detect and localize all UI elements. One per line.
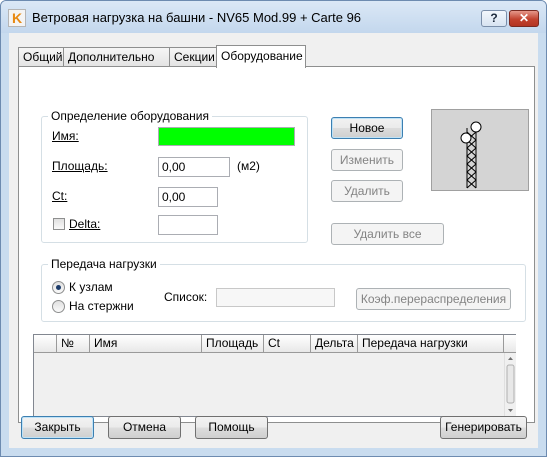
name-label: Имя: <box>52 129 79 143</box>
delta-label: Delta: <box>69 217 101 231</box>
list-input[interactable] <box>216 288 335 307</box>
delete-button[interactable]: Удалить <box>331 180 403 202</box>
group-title: Определение оборудования <box>48 109 212 123</box>
scroll-thumb <box>506 364 515 404</box>
equipment-table[interactable]: № Имя Площадь Ct Дельта Передача нагрузк… <box>33 334 516 417</box>
area-unit: (м2) <box>237 159 260 173</box>
table-header-cell[interactable]: № <box>57 335 90 353</box>
delta-input[interactable] <box>158 215 218 235</box>
cancel-button[interactable]: Отмена <box>108 416 181 439</box>
delete-all-button[interactable]: Удалить все <box>331 223 444 245</box>
tab-general[interactable]: Общий <box>18 47 64 67</box>
dialog-window: K Ветровая нагрузка на башни - NV65 Mod.… <box>0 0 547 457</box>
help-title-button[interactable]: ? <box>481 10 507 27</box>
delta-checkbox[interactable] <box>53 218 65 230</box>
tower-icon <box>460 121 482 189</box>
table-vertical-scrollbar[interactable] <box>504 353 516 416</box>
title-bar[interactable]: K Ветровая нагрузка на башни - NV65 Mod.… <box>1 1 546 33</box>
area-input[interactable]: 0,00 <box>158 157 230 177</box>
table-header-cell[interactable]: Передача нагрузки <box>358 335 504 353</box>
help-button[interactable]: Помощь <box>195 416 268 439</box>
k-logo-icon: K <box>8 9 26 27</box>
dialog-client: Общий Дополнительно Секции Оборудование … <box>9 33 538 448</box>
scroll-arrows <box>506 357 515 412</box>
table-header-cell[interactable]: Ct <box>264 335 311 353</box>
scroll-up-icon <box>508 357 513 360</box>
table-header-cell[interactable]: Дельта <box>311 335 358 353</box>
to-nodes-radio[interactable] <box>52 281 65 294</box>
window-title: Ветровая нагрузка на башни - NV65 Mod.99… <box>32 10 362 25</box>
table-header-filler <box>504 335 516 353</box>
table-header-cell[interactable]: Имя <box>90 335 202 353</box>
list-label: Список: <box>164 290 208 304</box>
tab-additional[interactable]: Дополнительно <box>63 47 170 67</box>
close-button[interactable]: Закрыть <box>21 416 94 439</box>
to-bars-radio[interactable] <box>52 300 65 313</box>
tower-preview-image <box>431 109 529 191</box>
generate-button[interactable]: Генерировать <box>440 416 527 439</box>
name-color-field[interactable] <box>158 127 295 146</box>
table-header-cell[interactable]: Площадь <box>202 335 264 353</box>
scroll-down-icon <box>508 409 513 412</box>
new-button[interactable]: Новое <box>331 117 403 139</box>
area-label: Площадь: <box>52 159 108 173</box>
table-header-cell[interactable] <box>34 335 57 353</box>
tab-equipment[interactable]: Оборудование <box>216 45 306 68</box>
ct-input[interactable]: 0,00 <box>158 187 218 207</box>
to-nodes-label: К узлам <box>69 280 113 294</box>
close-title-button[interactable]: ✕ <box>509 10 539 27</box>
ct-label: Ct: <box>52 189 68 203</box>
edit-button[interactable]: Изменить <box>331 149 403 171</box>
redistribution-coef-button[interactable]: Коэф.перераспределения <box>356 288 511 310</box>
tab-sections[interactable]: Секции <box>169 47 218 67</box>
group-title: Передача нагрузки <box>48 257 160 271</box>
to-bars-label: На стержни <box>69 299 134 313</box>
